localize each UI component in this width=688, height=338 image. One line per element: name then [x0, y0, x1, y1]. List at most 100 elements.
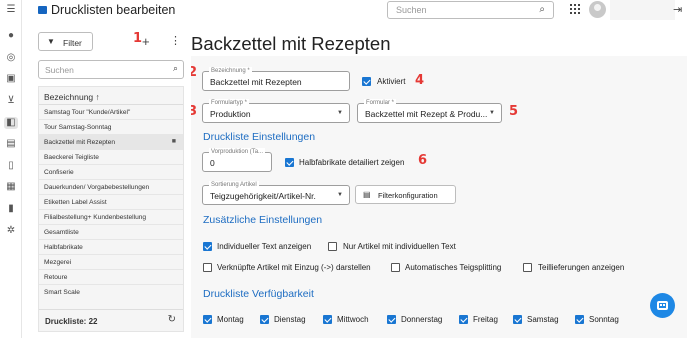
verknuepfte-artikel-label: Verknüpfte Artikel mit Einzug (->) darst…: [217, 263, 371, 272]
list-item[interactable]: Filialbestellung+ Kundenbestellung: [39, 210, 183, 225]
column-header-label: Bezeichnung: [44, 92, 94, 102]
filterkonfiguration-button[interactable]: ▤ Filterkonfiguration: [355, 185, 456, 204]
calendar-icon[interactable]: ▦: [5, 181, 17, 193]
teillieferungen-checkbox[interactable]: [523, 263, 532, 272]
sortierung-value: Teigzugehörigkeit/Artikel-Nr.: [210, 191, 316, 201]
formular-value: Backzettel mit Rezept & Produ...: [365, 109, 488, 119]
day-checkbox-dienstag[interactable]: [260, 315, 269, 324]
day-checkbox-freitag[interactable]: [459, 315, 468, 324]
list-item[interactable]: Etiketten Label Assist: [39, 195, 183, 210]
formular-label: Formular *: [364, 99, 397, 107]
day-label: Samstag: [527, 315, 559, 324]
list-item[interactable]: Tour Samstag-Sonntag: [39, 120, 183, 135]
day-checkbox-mittwoch[interactable]: [323, 315, 332, 324]
chevron-down-icon: ▼: [489, 110, 495, 116]
filterkonfiguration-label: Filterkonfiguration: [378, 191, 438, 200]
day-label: Sonntag: [589, 315, 619, 324]
day-checkbox-samstag[interactable]: [513, 315, 522, 324]
sort-arrow-icon: ↑: [95, 92, 100, 102]
column-header-bezeichnung[interactable]: Bezeichnung ↑: [39, 87, 183, 105]
day-label: Mittwoch: [337, 315, 369, 324]
bezeichnung-value: Backzettel mit Rezepten: [210, 77, 302, 87]
halbfabrikate-label: Halbfabrikate detailiert zeigen: [299, 158, 405, 167]
refresh-icon[interactable]: ↻: [168, 314, 176, 325]
more-vert-icon[interactable]: ⋮: [170, 34, 181, 47]
list-item[interactable]: Confiserie: [39, 165, 183, 180]
sortierung-select[interactable]: Sortierung Artikel Teigzugehörigkeit/Art…: [202, 181, 350, 205]
individueller-text-checkbox[interactable]: [203, 242, 212, 251]
bezeichnung-field[interactable]: Bezeichnung * Backzettel mit Rezepten: [202, 67, 350, 91]
day-checkbox-donnerstag[interactable]: [387, 315, 396, 324]
day-label: Freitag: [473, 315, 498, 324]
list-search-input[interactable]: Suchen ⌕: [38, 60, 184, 79]
halbfabrikate-checkbox[interactable]: [285, 158, 294, 167]
section-zusaetzliche-einstellungen: Zusätzliche Einstellungen: [203, 214, 323, 226]
menu-icon[interactable]: ☰: [5, 4, 17, 16]
list-count: Druckliste: 22: [45, 317, 98, 326]
bot-icon: [657, 301, 668, 310]
formular-select[interactable]: Formular * Backzettel mit Rezept & Produ…: [357, 99, 502, 123]
list-item[interactable]: Dauerkunden/ Vorgabebestellungen: [39, 180, 183, 195]
list-search-icon[interactable]: ⌕: [173, 63, 178, 74]
formulartyp-select[interactable]: Formulartyp * Produktion ▼: [202, 99, 350, 123]
add-icon[interactable]: +: [142, 34, 150, 49]
teigsplitting-label: Automatisches Teigsplitting: [405, 263, 502, 272]
aktiviert-label: Aktiviert: [377, 77, 406, 86]
day-checkbox-montag[interactable]: [203, 315, 212, 324]
bakery-icon[interactable]: ◧: [4, 117, 18, 129]
user-icon[interactable]: ●: [5, 30, 17, 42]
list-item[interactable]: Gesamtliste: [39, 225, 183, 240]
list-item[interactable]: Baeckerei Teigliste: [39, 150, 183, 165]
assistant-bot-button[interactable]: [650, 293, 675, 318]
edit-form: 2 Bezeichnung * Backzettel mit Rezepten …: [191, 56, 687, 338]
day-checkbox-sonntag[interactable]: [575, 315, 584, 324]
teillieferungen-label: Teillieferungen anzeigen: [538, 263, 625, 272]
day-label: Donnerstag: [401, 315, 443, 324]
list-item[interactable]: Retoure: [39, 270, 183, 285]
filter-button[interactable]: ▼ Filter: [38, 32, 93, 51]
nur-artikel-checkbox[interactable]: [328, 242, 337, 251]
individueller-text-label: Individueller Text anzeigen: [217, 242, 312, 251]
annotation-5: 5: [508, 104, 519, 119]
verknuepfte-artikel-checkbox[interactable]: [203, 263, 212, 272]
chart-icon[interactable]: ▮: [5, 203, 17, 215]
druckliste-list: Bezeichnung ↑ Samstag Tour "Kunde/Artike…: [38, 86, 184, 332]
logout-icon[interactable]: ⇥: [673, 3, 682, 16]
section-druckliste-verfuegbarkeit: Druckliste Verfügbarkeit: [203, 288, 314, 300]
top-bar: Drucklisten bearbeiten Suchen ⌕ ⇥: [22, 0, 688, 22]
list-item-label: Backzettel mit Rezepten: [44, 139, 116, 146]
settings-icon[interactable]: ✲: [5, 225, 17, 237]
list-item-selected[interactable]: Backzettel mit Rezepten ■: [39, 135, 183, 150]
nav-rail: ☰ ● ◎ ▣ ⊻ ◧ ▤ ▯ ▦ ▮ ✲: [0, 0, 22, 338]
list-item[interactable]: Samstag Tour "Kunde/Artikel": [39, 105, 183, 120]
global-search-placeholder: Suchen: [396, 5, 427, 15]
annotation-4: 4: [414, 73, 425, 88]
bezeichnung-label: Bezeichnung *: [209, 67, 252, 75]
trash-icon[interactable]: ■: [172, 138, 176, 145]
apps-grid-icon[interactable]: [570, 4, 580, 14]
search-icon[interactable]: ⌕: [539, 4, 545, 15]
cart-icon[interactable]: ⊻: [5, 95, 17, 107]
formulartyp-label: Formulartyp *: [209, 99, 250, 107]
list-item[interactable]: Mezgerei: [39, 255, 183, 270]
day-label: Montag: [217, 315, 244, 324]
teigsplitting-checkbox[interactable]: [391, 263, 400, 272]
app-title: Drucklisten bearbeiten: [51, 3, 176, 17]
list-item[interactable]: Smart Scale: [39, 285, 183, 300]
aktiviert-checkbox[interactable]: [362, 77, 371, 86]
vorproduktion-value: 0: [210, 158, 215, 168]
section-druckliste-einstellungen: Druckliste Einstellungen: [203, 131, 316, 143]
target-icon[interactable]: ◎: [5, 52, 17, 64]
annotation-3: 3: [191, 104, 198, 119]
global-search-input[interactable]: Suchen ⌕: [387, 1, 554, 19]
phone-icon[interactable]: ▯: [5, 160, 17, 172]
list-column: ▼ Filter 1 + ⋮ Suchen ⌕ Bezeichnung ↑ Sa…: [35, 28, 185, 334]
vorproduktion-field[interactable]: Vorproduktion (Ta... 0: [202, 148, 272, 172]
annotation-6: 6: [417, 153, 428, 168]
list-item[interactable]: Halbfabrikate: [39, 240, 183, 255]
cash-icon[interactable]: ▤: [5, 138, 17, 150]
box-icon[interactable]: ▣: [5, 73, 17, 85]
nur-artikel-label: Nur Artikel mit individuellen Text: [343, 242, 456, 251]
day-label: Dienstag: [274, 315, 306, 324]
avatar[interactable]: [589, 1, 606, 18]
